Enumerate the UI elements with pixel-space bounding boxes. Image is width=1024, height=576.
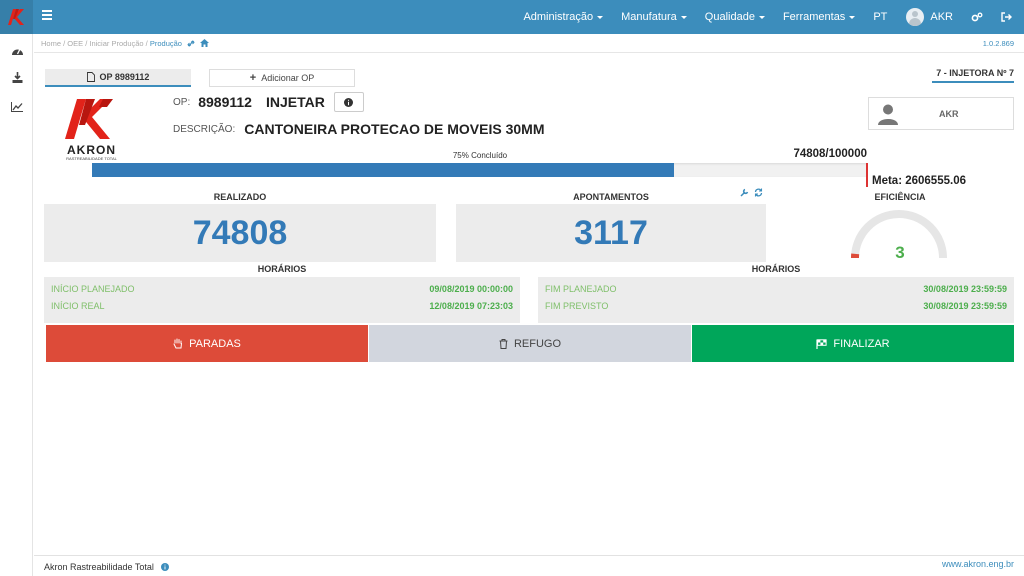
refresh-icon[interactable] bbox=[754, 188, 763, 197]
op-number: 8989112 bbox=[198, 94, 252, 110]
wrench-icon[interactable] bbox=[740, 188, 749, 197]
refugo-button[interactable]: REFUGO bbox=[369, 325, 691, 362]
progress-bar bbox=[92, 163, 868, 177]
eficiencia-value: 3 bbox=[895, 243, 905, 262]
language-selector[interactable]: PT bbox=[864, 0, 896, 34]
user-menu[interactable]: AKR bbox=[896, 0, 962, 34]
caret-down-icon bbox=[597, 15, 604, 19]
sidebar bbox=[0, 34, 33, 576]
hand-stop-icon bbox=[173, 338, 183, 349]
horarios-left-box: INÍCIO PLANEJADO 09/08/2019 00:00:00 INÍ… bbox=[44, 277, 520, 323]
add-op-button[interactable]: + Adicionar OP bbox=[209, 69, 355, 87]
trash-icon bbox=[499, 338, 508, 349]
horarios-right-title: HORÁRIOS bbox=[751, 264, 801, 274]
operator-name: AKR bbox=[939, 108, 959, 119]
akron-logo: AKRON RASTREABILIDADE TOTAL bbox=[55, 99, 128, 161]
menu-toggle-icon[interactable] bbox=[42, 10, 52, 20]
cogs-icon bbox=[971, 12, 983, 22]
flag-checkered-icon bbox=[816, 338, 827, 349]
line-chart-icon[interactable] bbox=[10, 100, 24, 114]
breadcrumb-current: Produção bbox=[149, 39, 182, 48]
description-line: DESCRIÇÃO: CANTONEIRA PROTECAO DE MOVEIS… bbox=[173, 121, 545, 137]
settings-button[interactable] bbox=[962, 0, 992, 34]
inicio-planejado-row: INÍCIO PLANEJADO 09/08/2019 00:00:00 bbox=[51, 284, 513, 294]
menu-qualidade[interactable]: Qualidade bbox=[696, 0, 774, 34]
caret-down-icon bbox=[849, 15, 856, 19]
akron-logo-icon bbox=[7, 9, 24, 25]
goal-marker bbox=[866, 163, 868, 187]
breadcrumb-bar: Home / OEE / Iniciar Produção / Produção… bbox=[34, 34, 1024, 53]
realizado-box: 74808 bbox=[44, 204, 436, 262]
app-version: 1.0.2.869 bbox=[982, 39, 1014, 48]
link-icon[interactable] bbox=[187, 40, 195, 47]
apontamentos-title: APONTAMENTOS bbox=[573, 192, 649, 202]
menu-ferramentas[interactable]: Ferramentas bbox=[774, 0, 864, 34]
main-menu: Administração Manufatura Qualidade Ferra… bbox=[514, 0, 1024, 34]
footer-link[interactable]: www.akron.eng.br bbox=[942, 559, 1014, 569]
footer-brand: Akron Rastreabilidade Total bbox=[44, 562, 169, 572]
fim-previsto-row: FIM PREVISTO 30/08/2019 23:59:59 bbox=[545, 301, 1007, 311]
top-navbar: Administração Manufatura Qualidade Ferra… bbox=[0, 0, 1024, 34]
paradas-button[interactable]: PARADAS bbox=[46, 325, 368, 362]
apontamentos-value: 3117 bbox=[574, 213, 648, 252]
home-icon[interactable] bbox=[200, 39, 210, 47]
logout-icon bbox=[1001, 12, 1012, 22]
operation-name: INJETAR bbox=[265, 94, 325, 110]
info-icon bbox=[344, 97, 354, 107]
avatar bbox=[906, 8, 925, 26]
plus-icon: + bbox=[249, 72, 257, 84]
breadcrumb: Home / OEE / Iniciar Produção / Produção bbox=[41, 39, 210, 48]
order-line: OP: 8989112 INJETAR bbox=[173, 92, 364, 112]
op-label: OP: bbox=[173, 96, 191, 108]
description-value: CANTONEIRA PROTECAO DE MOVEIS 30MM bbox=[244, 121, 545, 137]
download-icon[interactable] bbox=[10, 70, 24, 84]
meta-value: Meta: 2606555.06 bbox=[872, 175, 966, 187]
footer: Akron Rastreabilidade Total www.akron.en… bbox=[34, 555, 1024, 576]
operator-box[interactable]: AKR bbox=[868, 97, 1014, 130]
logout-button[interactable] bbox=[992, 0, 1024, 34]
realizado-title: REALIZADO bbox=[213, 192, 267, 202]
akron-mark-icon bbox=[65, 99, 113, 139]
horarios-right-box: FIM PLANEJADO 30/08/2019 23:59:59 FIM PR… bbox=[538, 277, 1014, 323]
info-button[interactable] bbox=[333, 92, 364, 112]
finalizar-button[interactable]: FINALIZAR bbox=[692, 325, 1014, 362]
file-icon bbox=[86, 72, 95, 82]
info-icon[interactable] bbox=[160, 563, 169, 571]
menu-administracao[interactable]: Administração bbox=[514, 0, 612, 34]
dashboard-icon[interactable] bbox=[10, 43, 24, 57]
caret-down-icon bbox=[758, 15, 765, 19]
progress-count: 74808/100000 bbox=[793, 148, 867, 160]
caret-down-icon bbox=[680, 15, 687, 19]
breadcrumb-home[interactable]: Home bbox=[41, 39, 61, 48]
breadcrumb-oee[interactable]: OEE bbox=[67, 39, 83, 48]
tab-op[interactable]: OP 8989112 bbox=[45, 69, 191, 87]
description-label: DESCRIÇÃO: bbox=[173, 123, 236, 135]
breadcrumb-iniciar-producao[interactable]: Iniciar Produção bbox=[89, 39, 143, 48]
machine-label: 7 - INJETORA Nº 7 bbox=[932, 68, 1014, 83]
progress-label: 75% Concluído bbox=[452, 151, 508, 160]
user-icon bbox=[878, 104, 898, 125]
realizado-value: 74808 bbox=[192, 213, 288, 252]
progress-fill bbox=[92, 163, 674, 177]
apontamentos-box: 3117 bbox=[456, 204, 766, 262]
horarios-left-title: HORÁRIOS bbox=[257, 264, 307, 274]
menu-manufatura[interactable]: Manufatura bbox=[612, 0, 696, 34]
app-logo[interactable] bbox=[0, 0, 33, 34]
eficiencia-title: EFICIÊNCIA bbox=[874, 192, 926, 202]
inicio-real-row: INÍCIO REAL 12/08/2019 07:23:03 bbox=[51, 301, 513, 311]
fim-planejado-row: FIM PLANEJADO 30/08/2019 23:59:59 bbox=[545, 284, 1007, 294]
apontamentos-tools bbox=[740, 188, 763, 197]
